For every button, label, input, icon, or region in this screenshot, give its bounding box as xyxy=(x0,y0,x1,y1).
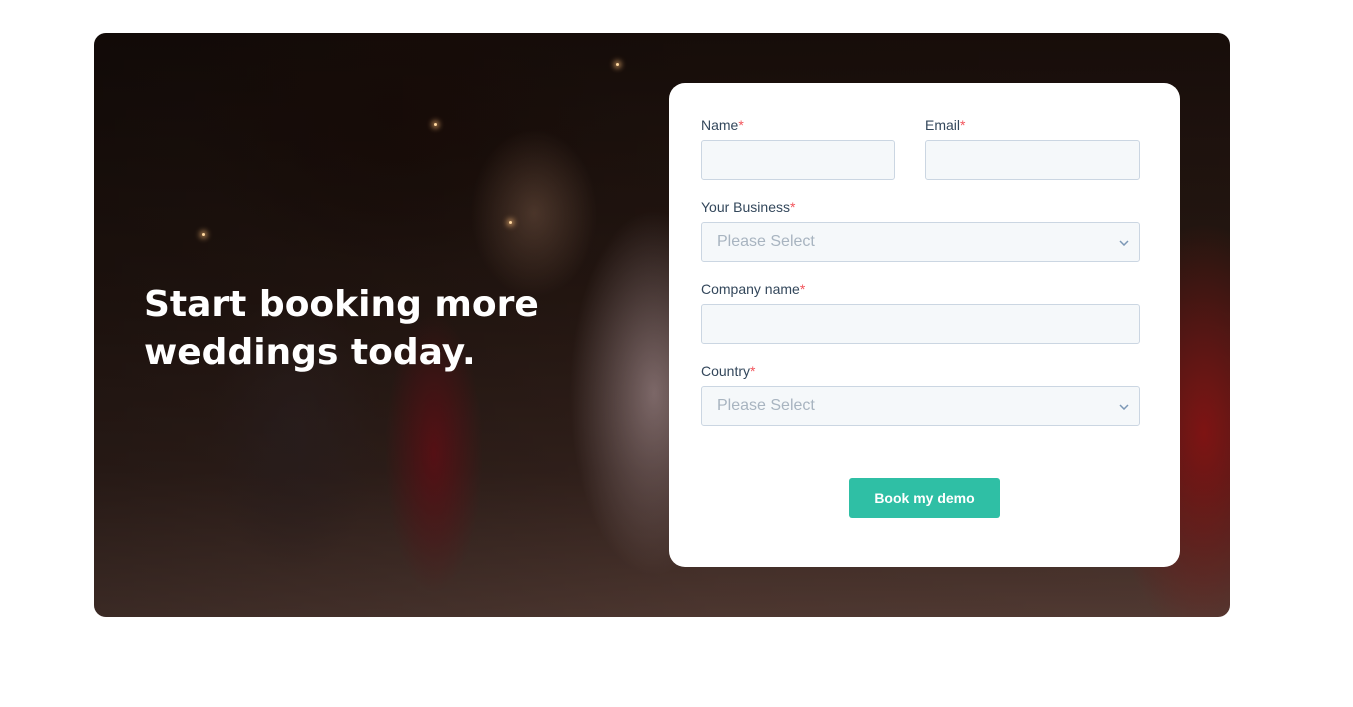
name-label: Name* xyxy=(701,117,744,133)
chevron-down-icon xyxy=(1119,223,1129,261)
business-select[interactable]: Please Select xyxy=(701,222,1140,262)
required-asterisk: * xyxy=(799,281,806,297)
required-asterisk: * xyxy=(960,117,966,133)
sparkle-light xyxy=(509,221,512,224)
company-name-input[interactable] xyxy=(701,304,1140,344)
name-input[interactable] xyxy=(701,140,895,180)
book-demo-button[interactable]: Book my demo xyxy=(849,478,1000,518)
country-select-value: Please Select xyxy=(717,397,815,414)
demo-request-form: Name* Email* Your Business* Please Selec… xyxy=(669,83,1180,567)
chevron-down-icon xyxy=(1119,387,1129,425)
required-asterisk: * xyxy=(789,199,796,215)
company-field-group: Company name* xyxy=(701,280,1140,344)
sparkle-light xyxy=(616,63,619,66)
sparkle-light xyxy=(434,123,437,126)
business-label: Your Business* xyxy=(701,199,796,215)
business-field-group: Your Business* Please Select xyxy=(701,198,1140,262)
email-input[interactable] xyxy=(925,140,1140,180)
name-field-group: Name* xyxy=(701,116,895,180)
country-field-group: Country* Please Select xyxy=(701,362,1140,426)
hero-banner: Start booking more weddings today. Name*… xyxy=(94,33,1230,617)
sparkle-light xyxy=(202,233,205,236)
required-asterisk: * xyxy=(750,363,756,379)
company-label: Company name* xyxy=(701,281,806,297)
business-select-value: Please Select xyxy=(717,233,815,250)
required-asterisk: * xyxy=(738,117,744,133)
email-field-group: Email* xyxy=(925,116,1140,180)
country-label: Country* xyxy=(701,363,756,379)
country-select[interactable]: Please Select xyxy=(701,386,1140,426)
email-label: Email* xyxy=(925,117,966,133)
hero-headline: Start booking more weddings today. xyxy=(144,284,539,373)
